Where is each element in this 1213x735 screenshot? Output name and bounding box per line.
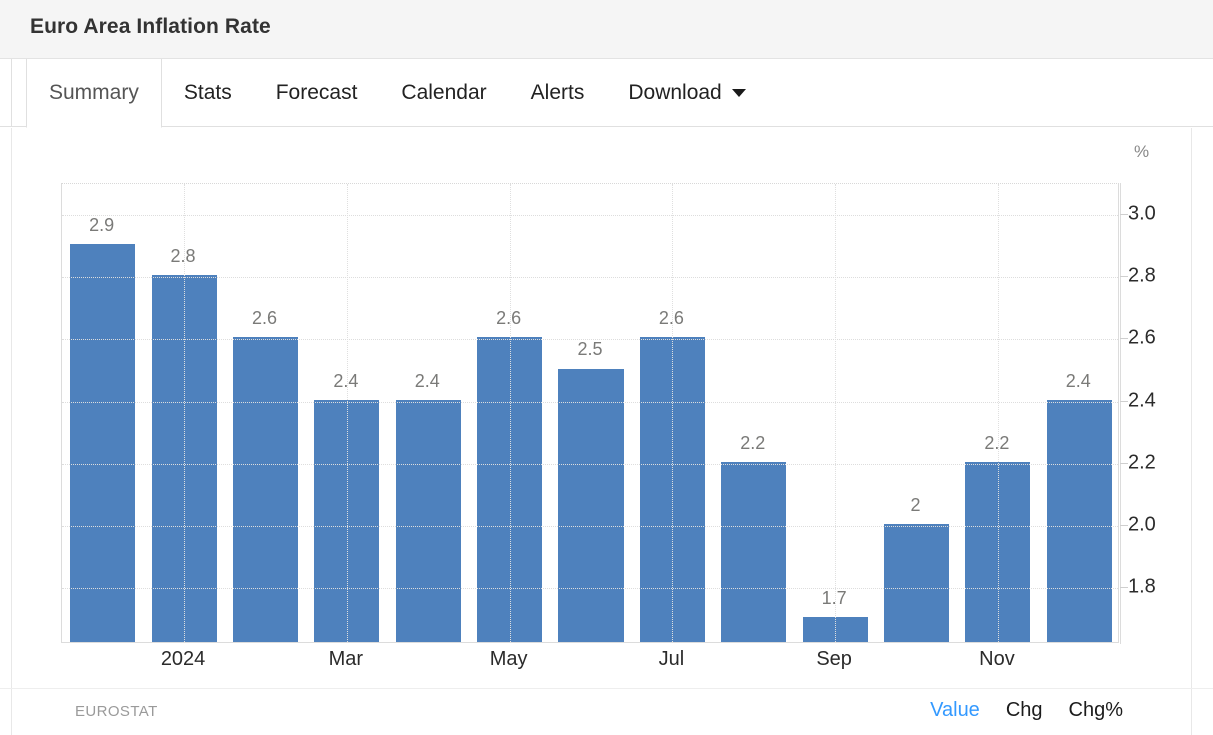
bar-data-label: 2.8 [143, 246, 223, 267]
bar-data-label: 2.4 [1038, 371, 1118, 392]
tab-label: Calendar [401, 81, 486, 105]
gridline-vertical [347, 184, 348, 642]
tab-label: Forecast [276, 81, 358, 105]
tab-label: Download [628, 81, 721, 105]
y-axis-tick-mark [1120, 338, 1128, 339]
bar-data-label: 2.4 [306, 371, 386, 392]
tab-label: Alerts [531, 81, 585, 105]
bar[interactable] [721, 462, 786, 642]
footer-left-divider [11, 689, 12, 735]
y-axis-tick-mark [1120, 276, 1128, 277]
x-axis-tick-label: May [490, 648, 528, 671]
tab-stats[interactable]: Stats [162, 59, 254, 127]
y-axis-tick-mark [1120, 525, 1128, 526]
chart-right-divider [1191, 128, 1192, 688]
y-axis-tick-label: 2.0 [1128, 513, 1156, 536]
gridline-horizontal [62, 526, 1118, 527]
y-axis-tick-label: 2.8 [1128, 265, 1156, 288]
series-toggle-group: Value Chg Chg% [930, 699, 1123, 722]
gridline-vertical [672, 184, 673, 642]
x-axis-tick-label: Mar [329, 648, 363, 671]
tab-alerts[interactable]: Alerts [509, 59, 607, 127]
bar[interactable] [1047, 400, 1112, 642]
data-source-label: EUROSTAT [75, 703, 158, 720]
gridline-horizontal [62, 277, 1118, 278]
tab-summary[interactable]: Summary [26, 59, 162, 128]
bar-data-label: 2.9 [62, 215, 142, 236]
y-axis-tick-mark [1120, 587, 1128, 588]
bar[interactable] [70, 244, 135, 642]
bar-data-label: 2.2 [957, 433, 1037, 454]
chart-left-divider [11, 128, 12, 688]
toggle-value[interactable]: Value [930, 699, 980, 722]
bar[interactable] [884, 524, 949, 642]
page-header: Euro Area Inflation Rate [0, 0, 1213, 59]
inflation-chart-page: Euro Area Inflation Rate Summary Stats For… [0, 0, 1213, 735]
bar-data-label: 2.6 [224, 308, 304, 329]
x-axis-tick-label: Nov [979, 648, 1015, 671]
y-axis-line [1120, 183, 1121, 644]
tab-forecast[interactable]: Forecast [254, 59, 380, 127]
gridline-horizontal [62, 402, 1118, 403]
y-axis-tick-mark [1120, 401, 1128, 402]
bar-data-label: 1.7 [794, 588, 874, 609]
tabbar-left-divider [11, 59, 12, 127]
x-axis-tick-label: Sep [816, 648, 852, 671]
tab-download[interactable]: Download [606, 59, 767, 127]
bar-data-label: 2 [876, 495, 956, 516]
gridline-vertical [510, 184, 511, 642]
y-axis-tick-label: 1.8 [1128, 576, 1156, 599]
y-axis-tick-label: 3.0 [1128, 203, 1156, 226]
toggle-chgpct[interactable]: Chg% [1069, 699, 1123, 722]
chart-footer: EUROSTAT Value Chg Chg% [0, 688, 1213, 735]
chart-region [0, 128, 1213, 688]
x-axis-tick-label: 2024 [161, 648, 206, 671]
tab-calendar[interactable]: Calendar [379, 59, 508, 127]
gridline-horizontal [62, 464, 1118, 465]
bar-data-label: 2.5 [550, 339, 630, 360]
y-axis-tick-mark [1120, 463, 1128, 464]
tab-list: Summary Stats Forecast Calendar Alerts Downlo… [26, 59, 768, 127]
bar-data-label: 2.4 [387, 371, 467, 392]
chevron-down-icon [732, 89, 746, 97]
toggle-chg[interactable]: Chg [1006, 699, 1043, 722]
tab-bar: Summary Stats Forecast Calendar Alerts Downlo… [0, 59, 1213, 127]
tab-label: Stats [184, 81, 232, 105]
y-axis-tick-mark [1120, 214, 1128, 215]
gridline-vertical [998, 184, 999, 642]
x-axis-tick-label: Jul [659, 648, 685, 671]
page-title: Euro Area Inflation Rate [30, 15, 271, 39]
bar[interactable] [233, 337, 298, 642]
y-axis-tick-label: 2.4 [1128, 389, 1156, 412]
gridline-horizontal [62, 215, 1118, 216]
gridline-horizontal [62, 588, 1118, 589]
bar-data-label: 2.6 [469, 308, 549, 329]
y-axis-tick-label: 2.2 [1128, 451, 1156, 474]
y-axis-unit-label: % [1134, 142, 1149, 162]
y-axis-tick-label: 2.6 [1128, 327, 1156, 350]
bar[interactable] [558, 369, 623, 643]
tab-label: Summary [49, 81, 139, 105]
footer-right-divider [1191, 689, 1192, 735]
bar-data-label: 2.6 [631, 308, 711, 329]
bar-data-label: 2.2 [713, 433, 793, 454]
bar[interactable] [396, 400, 461, 642]
gridline-vertical [835, 184, 836, 642]
